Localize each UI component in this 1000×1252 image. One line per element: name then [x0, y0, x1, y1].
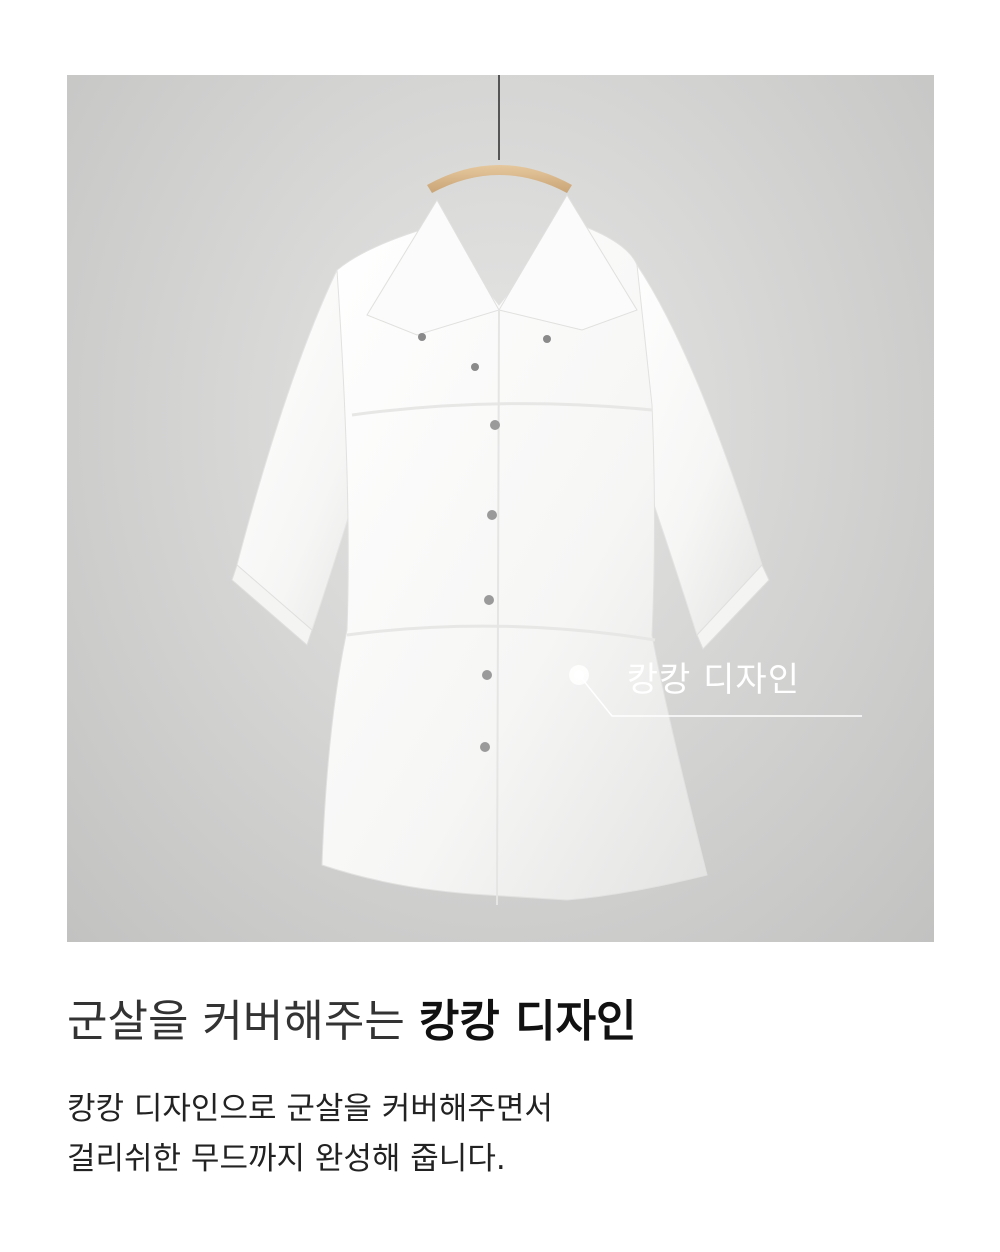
headline: 군살을 커버해주는 캉캉 디자인 [67, 996, 637, 1049]
button [471, 363, 479, 371]
button [480, 742, 490, 752]
hanger [427, 165, 572, 193]
button [487, 510, 497, 520]
headline-light: 군살을 커버해주는 [67, 996, 419, 1047]
product-photo [67, 75, 934, 942]
button [543, 335, 551, 343]
headline-bold: 캉캉 디자인 [418, 996, 637, 1047]
description-line-2: 걸리쉬한 무드까지 완성해 줍니다. [67, 1141, 506, 1177]
blouse-illustration [231, 75, 862, 906]
description: 캉캉 디자인으로 군살을 커버해주면서 걸리쉬한 무드까지 완성해 줍니다. [67, 1086, 553, 1186]
button [418, 333, 426, 341]
callout-label: 캉캉 디자인 [626, 660, 800, 700]
button [484, 595, 494, 605]
button [482, 670, 492, 680]
button [490, 420, 500, 430]
description-line-1: 캉캉 디자인으로 군살을 커버해주면서 [67, 1091, 553, 1127]
